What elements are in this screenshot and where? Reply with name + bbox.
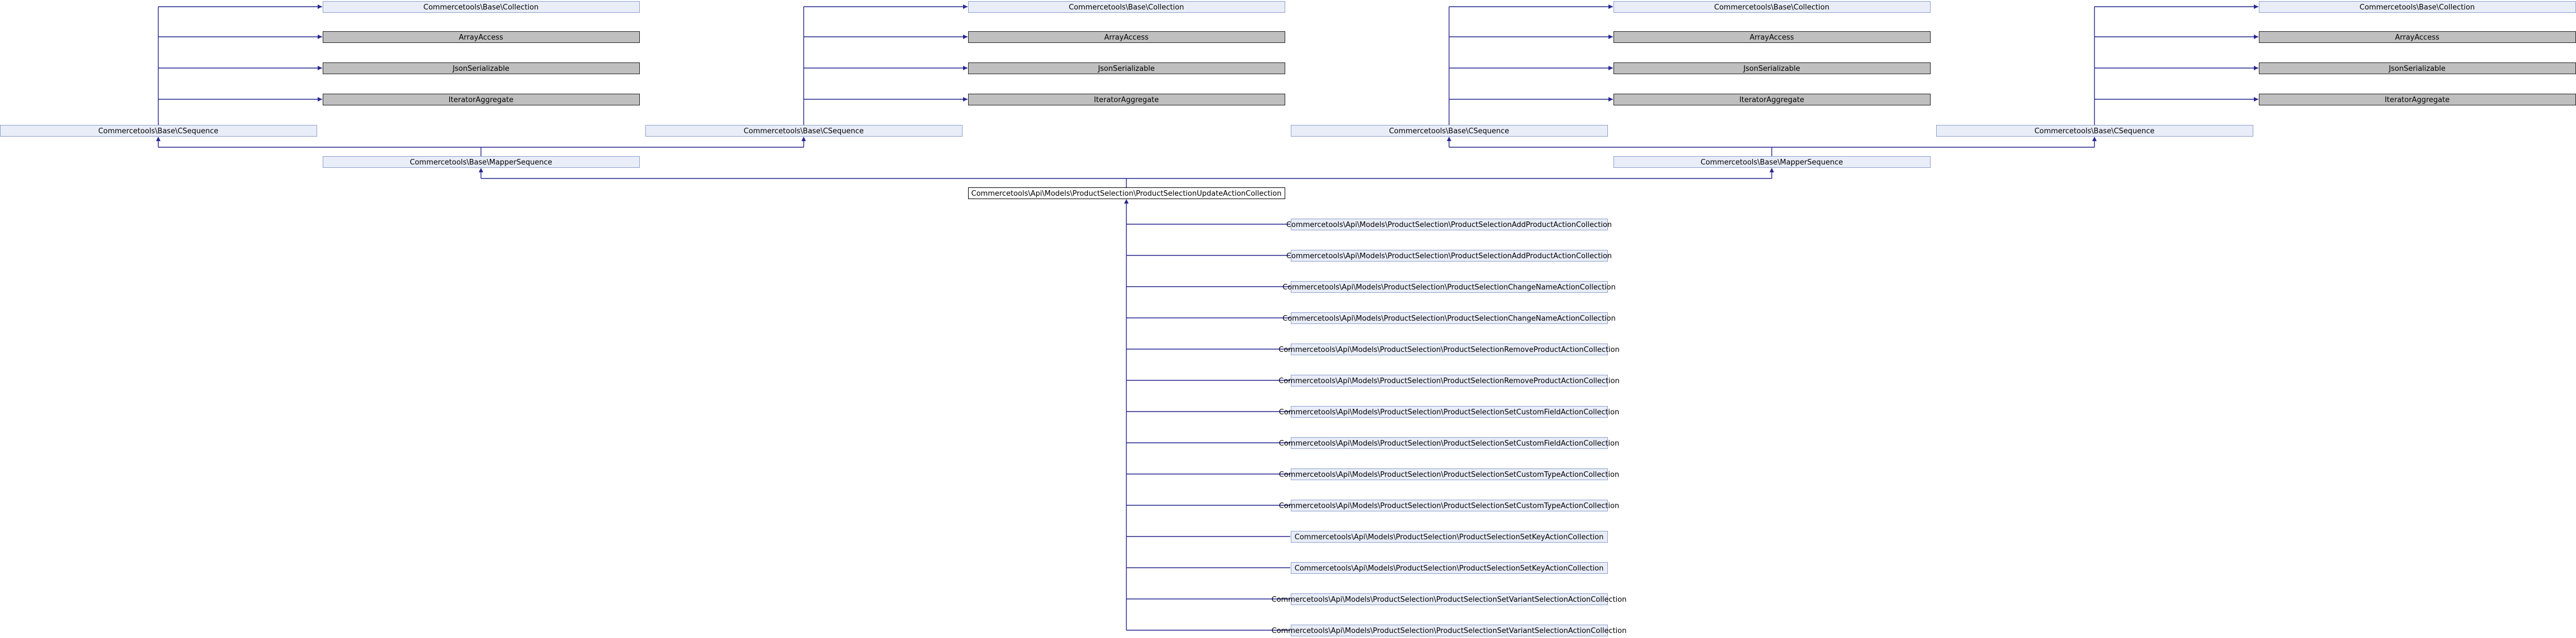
- node-label: JsonSerializable: [2388, 65, 2446, 73]
- class-inheritance-diagram: Commercetools\Base\Collection ArrayAccess…: [0, 1, 2576, 636]
- arrowhead-icon: [2254, 35, 2258, 39]
- node-label: Commercetools\Base\CSequence: [743, 127, 864, 136]
- arrowhead-icon: [1608, 66, 1613, 70]
- array-access-node-4[interactable]: ArrayAccess: [2259, 31, 2576, 43]
- collection-node-4[interactable]: Commercetools\Base\Collection: [2259, 1, 2576, 13]
- arrowhead-icon: [2092, 137, 2097, 141]
- node-label: Commercetools\Base\Collection: [2360, 3, 2475, 12]
- node-label: JsonSerializable: [1743, 65, 1800, 73]
- node-label: IteratorAggregate: [1094, 96, 1159, 104]
- array-access-node-2[interactable]: ArrayAccess: [968, 31, 1285, 43]
- node-label: Commercetools\Base\MapperSequence: [1700, 158, 1843, 167]
- collection-node-1[interactable]: Commercetools\Base\Collection: [323, 1, 640, 13]
- node-label: IteratorAggregate: [449, 96, 513, 104]
- arrowhead-icon: [2254, 4, 2258, 9]
- array-access-node-1[interactable]: ArrayAccess: [323, 31, 640, 43]
- json-serializable-node-4[interactable]: JsonSerializable: [2259, 62, 2576, 74]
- arrowhead-icon: [479, 168, 483, 172]
- mapper-sequence-node-1[interactable]: Commercetools\Base\MapperSequence: [323, 156, 640, 168]
- node-label: Commercetools\Base\CSequence: [2034, 127, 2155, 136]
- arrowhead-icon: [318, 66, 322, 70]
- arrowhead-icon: [963, 35, 968, 39]
- arrowhead-icon: [318, 35, 322, 39]
- iterator-aggregate-node-3[interactable]: IteratorAggregate: [1613, 94, 1931, 105]
- subclass-node-9[interactable]: Commercetools\Api\Models\ProductSelectio…: [1279, 468, 1620, 480]
- node-label: Commercetools\Api\Models\ProductSelectio…: [1279, 439, 1620, 448]
- arrowhead-icon: [963, 97, 968, 102]
- node-label: IteratorAggregate: [1739, 96, 1804, 104]
- iterator-aggregate-node-2[interactable]: IteratorAggregate: [968, 94, 1285, 105]
- csequence-node-3[interactable]: Commercetools\Base\CSequence: [1291, 125, 1608, 137]
- subclass-node-5[interactable]: Commercetools\Api\Models\ProductSelectio…: [1279, 344, 1620, 355]
- subclass-node-8[interactable]: Commercetools\Api\Models\ProductSelectio…: [1279, 437, 1620, 449]
- subclass-node-7[interactable]: Commercetools\Api\Models\ProductSelectio…: [1279, 406, 1620, 418]
- node-label: Commercetools\Api\Models\ProductSelectio…: [1295, 564, 1604, 573]
- iterator-aggregate-node-4[interactable]: IteratorAggregate: [2259, 94, 2576, 105]
- node-label: Commercetools\Api\Models\ProductSelectio…: [1295, 533, 1604, 542]
- arrowhead-icon: [1608, 97, 1613, 102]
- iterator-aggregate-node-1[interactable]: IteratorAggregate: [323, 94, 640, 105]
- class-nodes: Commercetools\Base\Collection ArrayAccess…: [0, 1, 2576, 636]
- node-label: Commercetools\Api\Models\ProductSelectio…: [1279, 408, 1620, 417]
- arrowhead-icon: [2254, 66, 2258, 70]
- subclass-node-3[interactable]: Commercetools\Api\Models\ProductSelectio…: [1282, 281, 1616, 293]
- node-label: Commercetools\Api\Models\ProductSelectio…: [1286, 252, 1612, 260]
- subclass-node-10[interactable]: Commercetools\Api\Models\ProductSelectio…: [1279, 500, 1620, 511]
- node-label: Commercetools\Api\Models\ProductSelectio…: [1279, 346, 1620, 354]
- node-label: Commercetools\Base\MapperSequence: [410, 158, 552, 167]
- collection-node-2[interactable]: Commercetools\Base\Collection: [968, 1, 1285, 13]
- node-label: Commercetools\Api\Models\ProductSelectio…: [1282, 315, 1616, 323]
- node-label: JsonSerializable: [1097, 65, 1155, 73]
- node-label: Commercetools\Api\Models\ProductSelectio…: [1272, 596, 1627, 604]
- json-serializable-node-2[interactable]: JsonSerializable: [968, 62, 1285, 74]
- csequence-node-2[interactable]: Commercetools\Base\CSequence: [645, 125, 963, 137]
- array-access-node-3[interactable]: ArrayAccess: [1613, 31, 1931, 43]
- node-label: Commercetools\Base\Collection: [1714, 3, 1830, 12]
- node-label: Commercetools\Api\Models\ProductSelectio…: [1279, 502, 1620, 510]
- node-label: ArrayAccess: [2395, 33, 2439, 42]
- mapper-sequence-node-2[interactable]: Commercetools\Base\MapperSequence: [1613, 156, 1931, 168]
- node-label: Commercetools\Api\Models\ProductSelectio…: [1279, 377, 1620, 385]
- csequence-node-4[interactable]: Commercetools\Base\CSequence: [1936, 125, 2253, 137]
- arrowhead-icon: [156, 137, 161, 141]
- node-label: Commercetools\Base\Collection: [1069, 3, 1184, 12]
- subclass-node-14[interactable]: Commercetools\Api\Models\ProductSelectio…: [1272, 625, 1627, 636]
- arrowhead-icon: [1124, 199, 1129, 204]
- subclass-node-2[interactable]: Commercetools\Api\Models\ProductSelectio…: [1286, 250, 1612, 262]
- subclass-node-12[interactable]: Commercetools\Api\Models\ProductSelectio…: [1291, 562, 1608, 574]
- csequence-node-1[interactable]: Commercetools\Base\CSequence: [0, 125, 317, 137]
- node-label: ArrayAccess: [459, 33, 503, 42]
- subclass-node-1[interactable]: Commercetools\Api\Models\ProductSelectio…: [1286, 219, 1612, 230]
- arrowhead-icon: [318, 97, 322, 102]
- arrowhead-icon: [318, 4, 322, 9]
- node-label: ArrayAccess: [1749, 33, 1794, 42]
- arrowhead-icon: [963, 66, 968, 70]
- arrowhead-icon: [801, 137, 806, 141]
- subclass-node-4[interactable]: Commercetools\Api\Models\ProductSelectio…: [1282, 312, 1616, 324]
- node-label: Commercetools\Api\Models\ProductSelectio…: [1286, 221, 1612, 229]
- subclass-node-11[interactable]: Commercetools\Api\Models\ProductSelectio…: [1291, 531, 1608, 543]
- node-label: Commercetools\Base\CSequence: [98, 127, 218, 136]
- arrowhead-icon: [2254, 97, 2258, 102]
- arrowhead-icon: [1770, 168, 1774, 172]
- node-label: Commercetools\Api\Models\ProductSelectio…: [1282, 283, 1616, 292]
- node-label: Commercetools\Api\Models\ProductSelectio…: [971, 190, 1282, 198]
- node-label: IteratorAggregate: [2385, 96, 2449, 104]
- node-label: ArrayAccess: [1104, 33, 1149, 42]
- arrowhead-icon: [963, 4, 968, 9]
- json-serializable-node-3[interactable]: JsonSerializable: [1613, 62, 1931, 74]
- node-label: Commercetools\Api\Models\ProductSelectio…: [1279, 471, 1620, 479]
- node-label: JsonSerializable: [452, 65, 509, 73]
- update-action-collection-node[interactable]: Commercetools\Api\Models\ProductSelectio…: [968, 187, 1285, 199]
- arrowhead-icon: [1608, 4, 1613, 9]
- node-label: Commercetools\Base\CSequence: [1389, 127, 1509, 136]
- subclass-node-6[interactable]: Commercetools\Api\Models\ProductSelectio…: [1279, 375, 1620, 386]
- node-label: Commercetools\Base\Collection: [424, 3, 539, 12]
- subclass-node-13[interactable]: Commercetools\Api\Models\ProductSelectio…: [1272, 593, 1627, 605]
- arrowhead-icon: [1447, 137, 1451, 141]
- collection-node-3[interactable]: Commercetools\Base\Collection: [1613, 1, 1931, 13]
- arrowhead-icon: [1608, 35, 1613, 39]
- json-serializable-node-1[interactable]: JsonSerializable: [323, 62, 640, 74]
- node-label: Commercetools\Api\Models\ProductSelectio…: [1272, 627, 1627, 635]
